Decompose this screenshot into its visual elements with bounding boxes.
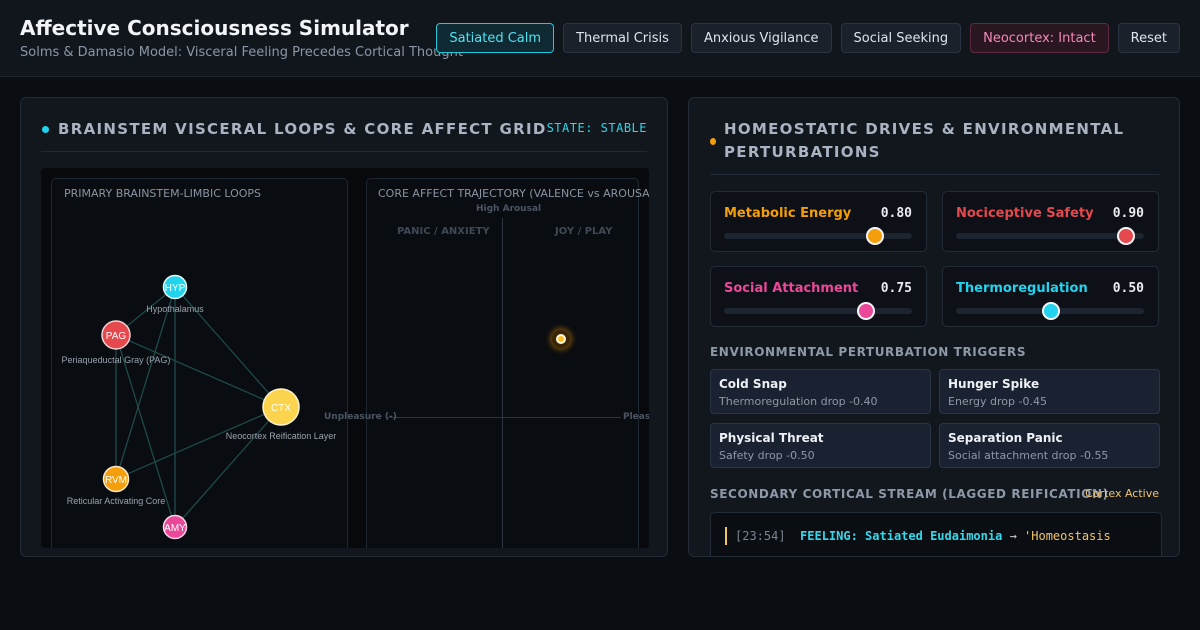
drives-panel-title-line1: HOMEOSTATIC DRIVES & ENVIRONMENTAL xyxy=(724,120,1125,138)
cortical-stream-heading: SECONDARY CORTICAL STREAM (LAGGED REIFIC… xyxy=(710,487,1109,501)
affect-state-marker xyxy=(556,334,566,344)
brainstem-panel: BRAINSTEM VISCERAL LOOPS & CORE AFFECT G… xyxy=(20,97,668,557)
drive-name: Social Attachment xyxy=(724,281,859,296)
node-rvm-abbr: RVM xyxy=(105,475,127,486)
node-rvm-label: Reticular Activating Core xyxy=(67,496,166,506)
drive-slider-knob[interactable] xyxy=(866,227,885,245)
drive-slider-track[interactable] xyxy=(724,302,912,320)
trigger-desc: Safety drop -0.50 xyxy=(719,449,815,462)
panel-status-dot xyxy=(42,126,49,133)
app-subtitle: Solms & Damasio Model: Visceral Feeling … xyxy=(20,45,463,60)
drive-name: Thermoregulation xyxy=(956,281,1088,296)
pleasure-label: Pleasure (+) xyxy=(623,412,649,422)
thermal-crisis-button[interactable]: Thermal Crisis xyxy=(563,23,682,53)
edge-ctx-rvm xyxy=(115,406,282,480)
node-amy: AMY xyxy=(162,514,188,540)
drive-social-attachment: Social Attachment 0.75 xyxy=(710,266,927,327)
drive-value: 0.50 xyxy=(1112,281,1144,296)
cortex-active-badge: Cortex Active xyxy=(1085,487,1159,500)
edge-ctx-amy xyxy=(174,406,282,528)
log-cortex-text: 'Homeostasis xyxy=(1024,529,1111,543)
drives-divider xyxy=(710,174,1159,175)
trigger-name: Separation Panic xyxy=(948,431,1063,445)
social-seeking-button[interactable]: Social Seeking xyxy=(840,23,962,53)
affect-grid-title: CORE AFFECT TRAJECTORY (VALENCE vs AROUS… xyxy=(378,187,649,200)
brainstem-panel-title: BRAINSTEM VISCERAL LOOPS & CORE AFFECT G… xyxy=(58,120,547,138)
visualization-canvas: PRIMARY BRAINSTEM-LIMBIC LOOPS HYP Hypot… xyxy=(41,168,649,548)
loop-connections xyxy=(115,286,282,528)
reset-button[interactable]: Reset xyxy=(1117,23,1180,53)
trigger-name: Hunger Spike xyxy=(948,377,1040,391)
anxious-vigilance-button[interactable]: Anxious Vigilance xyxy=(690,23,832,53)
trigger-desc: Social attachment drop -0.55 xyxy=(948,449,1109,462)
drive-slider-track[interactable] xyxy=(724,227,912,245)
app-title: Affective Consciousness Simulator xyxy=(20,16,409,40)
drive-slider-knob[interactable] xyxy=(1117,227,1136,245)
trigger-physical-threat-button[interactable]: Physical Threat Safety drop -0.50 xyxy=(710,423,931,468)
drive-value: 0.90 xyxy=(1112,206,1144,221)
drive-name: Metabolic Energy xyxy=(724,206,852,221)
satiated-calm-button[interactable]: Satiated Calm xyxy=(436,23,555,53)
edge-pag-ctx xyxy=(115,334,282,408)
drive-slider-track[interactable] xyxy=(956,302,1144,320)
joy-play-quadrant-label: JOY / PLAY xyxy=(555,226,613,237)
drive-slider-knob[interactable] xyxy=(1042,302,1060,320)
node-amy-abbr: AMY xyxy=(164,523,186,534)
node-ctx-label: Neocortex Reification Layer xyxy=(226,431,337,441)
trigger-desc: Energy drop -0.45 xyxy=(948,395,1047,408)
homeostatic-drives-panel: HOMEOSTATIC DRIVES & ENVIRONMENTAL PERTU… xyxy=(688,97,1180,557)
trigger-separation-panic-button[interactable]: Separation Panic Social attachment drop … xyxy=(939,423,1160,468)
arousal-axis xyxy=(502,218,503,548)
drives-panel-title-line2: PERTURBATIONS xyxy=(724,143,881,161)
drives-status-dot xyxy=(710,138,716,145)
edge-hyp-rvm xyxy=(115,286,176,480)
high-arousal-label: High Arousal xyxy=(476,204,542,214)
drive-metabolic-energy: Metabolic Energy 0.80 xyxy=(710,191,927,252)
drive-value: 0.80 xyxy=(880,206,912,221)
drive-slider-track[interactable] xyxy=(956,227,1144,245)
scenario-toolbar: Satiated Calm Thermal Crisis Anxious Vig… xyxy=(436,23,1180,53)
app-header: Affective Consciousness Simulator Solms … xyxy=(0,0,1200,77)
trigger-name: Cold Snap xyxy=(719,377,787,391)
node-pag: PAG Periaqueductal Gray (PAG) xyxy=(62,320,171,365)
node-rvm: RVM Reticular Activating Core xyxy=(67,465,166,506)
drive-thermoregulation: Thermoregulation 0.50 xyxy=(942,266,1159,327)
unpleasure-label: Unpleasure (-) xyxy=(324,412,397,422)
node-pag-label: Periaqueductal Gray (PAG) xyxy=(62,355,171,365)
node-ctx-abbr: CTX xyxy=(271,403,291,414)
drive-name: Nociceptive Safety xyxy=(956,206,1094,221)
trigger-desc: Thermoregulation drop -0.40 xyxy=(719,395,878,408)
log-feeling: FEELING: Satiated Eudaimonia xyxy=(800,529,1003,543)
trigger-hunger-spike-button[interactable]: Hunger Spike Energy drop -0.45 xyxy=(939,369,1160,414)
node-ctx: CTX Neocortex Reification Layer xyxy=(226,388,337,441)
panic-anxiety-quadrant-label: PANIC / ANXIETY xyxy=(397,226,490,237)
log-entry: [23:54] FEELING: Satiated Eudaimonia → '… xyxy=(725,527,1111,545)
cortical-log: [23:54] FEELING: Satiated Eudaimonia → '… xyxy=(710,512,1162,556)
node-hyp: HYP Hypothalamus xyxy=(146,274,204,314)
node-hyp-abbr: HYP xyxy=(165,283,186,294)
neocortex-toggle-button[interactable]: Neocortex: Intact xyxy=(970,23,1109,53)
drive-value: 0.75 xyxy=(880,281,912,296)
triggers-heading: ENVIRONMENTAL PERTURBATION TRIGGERS xyxy=(710,345,1027,359)
drive-nociceptive-safety: Nociceptive Safety 0.90 xyxy=(942,191,1159,252)
drive-slider-knob[interactable] xyxy=(857,302,875,320)
state-readout: STATE: STABLE xyxy=(546,121,647,135)
valence-axis xyxy=(386,417,621,418)
node-hyp-label: Hypothalamus xyxy=(146,304,204,314)
panel-divider xyxy=(41,151,647,152)
log-arrow: → xyxy=(1009,529,1017,543)
node-pag-abbr: PAG xyxy=(106,331,127,342)
log-time: [23:54] xyxy=(735,529,786,543)
trigger-cold-snap-button[interactable]: Cold Snap Thermoregulation drop -0.40 xyxy=(710,369,931,414)
trigger-name: Physical Threat xyxy=(719,431,824,445)
